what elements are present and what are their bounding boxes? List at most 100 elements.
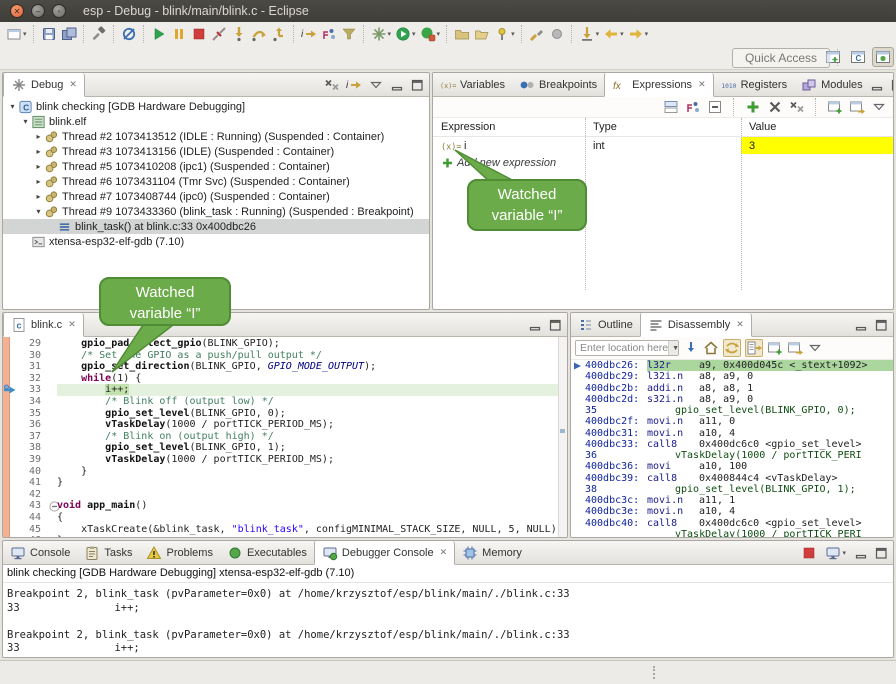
tab-disassembly[interactable]: Disassembly✕ (640, 313, 752, 337)
terminate-icon[interactable] (801, 545, 817, 561)
minimize-icon[interactable] (854, 546, 868, 560)
tab-tasks[interactable]: Tasks (77, 541, 139, 564)
maximize-icon[interactable] (874, 546, 888, 560)
column-divider[interactable] (741, 118, 742, 290)
code-line[interactable]: 40 } (3, 466, 559, 478)
code-line[interactable]: 37 /* Blink on (output high) */ (3, 431, 559, 443)
disasm-line[interactable]: 400dbc3e:movi.na10, 4 (571, 506, 893, 517)
statusbar-grip[interactable] (653, 666, 655, 679)
debug-perspective-button[interactable] (872, 47, 894, 67)
new-project-button[interactable] (452, 25, 472, 43)
tab-blink-c[interactable]: cblink.c✕ (3, 313, 84, 337)
line-number[interactable]: 41 (11, 477, 46, 489)
line-number[interactable]: 44 (11, 512, 46, 524)
show-source-icon[interactable] (745, 339, 763, 357)
view-menu-icon[interactable] (871, 99, 887, 115)
step-over-button[interactable] (249, 25, 269, 43)
disasm-source-line[interactable]: 35gpio_set_level(BLINK_GPIO, 0); (571, 405, 893, 416)
last-edit-location-button[interactable]: ▾ (577, 25, 602, 43)
debug-tree-row[interactable]: ▸Thread #6 1073431104 (Tmr Svc) (Suspend… (3, 174, 429, 189)
window-maximize-button[interactable]: ▫ (52, 4, 66, 18)
forward-button[interactable]: ▾ (626, 25, 651, 43)
dropdown-arrow-icon[interactable]: ▾ (620, 30, 624, 38)
code-line[interactable]: 29 gpio_pad_select_gpio(BLINK_GPIO); (3, 338, 559, 350)
line-number[interactable]: 38 (11, 442, 46, 454)
resume-button[interactable] (149, 25, 169, 43)
step-return-button[interactable] (269, 25, 289, 43)
debug-tree-row[interactable]: ▸Thread #7 1073408744 (ipc0) (Suspended … (3, 189, 429, 204)
minimize-icon[interactable] (854, 318, 868, 332)
maximize-icon[interactable] (890, 78, 894, 92)
line-number[interactable]: 30 (11, 350, 46, 362)
disasm-line[interactable]: 400dbc3c:movi.na11, 1 (571, 495, 893, 506)
code-line[interactable]: 42 (3, 489, 559, 501)
line-number[interactable]: 43 (11, 500, 46, 512)
debug-tree-row[interactable]: ▸Thread #2 1073413512 (IDLE : Running) (… (3, 129, 429, 144)
new-view-icon[interactable] (767, 340, 783, 356)
debug-tree-row[interactable]: ▾blink.elf (3, 114, 429, 129)
code-line[interactable]: 31 gpio_set_direction(BLINK_GPIO, GPIO_M… (3, 361, 559, 373)
add-expression-icon[interactable] (745, 99, 761, 115)
column-expression[interactable]: Expression (433, 121, 585, 133)
maximize-icon[interactable] (548, 318, 562, 332)
code-line[interactable]: 36 vTaskDelay(1000 / portTICK_PERIOD_MS)… (3, 419, 559, 431)
combo-dropdown-icon[interactable]: ▼ (668, 341, 679, 355)
tab-variables[interactable]: (x)=Variables (433, 73, 512, 96)
breakpoint-instruction-pointer-icon[interactable] (3, 384, 17, 396)
new-view-icon[interactable] (827, 99, 843, 115)
collapsed-icon[interactable]: ▸ (33, 162, 44, 171)
disasm-line[interactable]: 400dbc2f:movi.na11, 0 (571, 416, 893, 427)
tab-problems[interactable]: Problems (139, 541, 219, 564)
tab-close-icon[interactable]: ✕ (69, 79, 77, 90)
debug-tree-row[interactable]: xtensa-esp32-elf-gdb (7.10) (3, 234, 429, 249)
maximize-icon[interactable] (410, 78, 424, 92)
dropdown-arrow-icon[interactable]: ▾ (23, 30, 27, 38)
quick-access-button[interactable]: Quick Access (732, 48, 830, 68)
disasm-source-line[interactable]: 36vTaskDelay(1000 / portTICK_PERI (571, 450, 893, 461)
dropdown-arrow-icon[interactable]: ▾ (511, 30, 515, 38)
line-number[interactable]: 31 (11, 361, 46, 373)
tab-close-icon[interactable]: ✕ (440, 547, 448, 558)
instruction-stepping-button[interactable]: i (299, 25, 319, 43)
save-all-button[interactable] (59, 25, 79, 43)
line-number[interactable]: 40 (11, 466, 46, 478)
view-menu-icon[interactable] (368, 77, 384, 93)
tab-breakpoints[interactable]: Breakpoints (512, 73, 604, 96)
line-number[interactable]: 39 (11, 454, 46, 466)
code-line[interactable]: 30 /* Set the GPIO as a push/pull output… (3, 350, 559, 362)
debug-tree-row[interactable]: ▸Thread #3 1073413156 (IDLE) (Suspended … (3, 144, 429, 159)
code-line[interactable]: 33 i++; (3, 384, 559, 396)
debug-launch-button[interactable]: ▾ (369, 25, 394, 43)
view-menu-icon[interactable] (807, 340, 823, 356)
collapsed-icon[interactable]: ▸ (33, 177, 44, 186)
disasm-line[interactable]: 400dbc40:call80x400dc6c0 <gpio_set_level… (571, 518, 893, 529)
disconnect-button[interactable] (209, 25, 229, 43)
run-launch-button[interactable]: ▾ (393, 25, 418, 43)
collapsed-icon[interactable]: ▸ (33, 192, 44, 201)
disasm-line[interactable]: 400dbc2d:s32i.na8, a9, 0 (571, 394, 893, 405)
run-last-tool-button[interactable] (527, 25, 547, 43)
dropdown-arrow-icon[interactable]: ▾ (412, 30, 416, 38)
console-output[interactable]: Breakpoint 2, blink_task (pvParameter=0x… (3, 583, 893, 656)
remove-all-expressions-icon[interactable] (789, 99, 805, 115)
code-line[interactable]: 46} (3, 535, 559, 537)
disasm-line[interactable]: 400dbc26:l32ra9, 0x400d045c <_stext+1092… (571, 360, 893, 371)
code-line[interactable]: 38 gpio_set_level(BLINK_GPIO, 1); (3, 442, 559, 454)
annotation-marker[interactable] (560, 429, 565, 433)
debug-tree-row[interactable]: ▾Cblink checking [GDB Hardware Debugging… (3, 99, 429, 114)
save-button[interactable] (39, 25, 59, 43)
tab-modules[interactable]: Modules (794, 73, 870, 96)
open-perspective-button[interactable] (822, 47, 844, 67)
debug-tree-row[interactable]: ▸Thread #5 1073410208 (ipc1) (Suspended … (3, 159, 429, 174)
code-line[interactable]: 41} (3, 477, 559, 489)
tab-memory[interactable]: Memory (455, 541, 529, 564)
show-type-names-icon[interactable] (663, 99, 679, 115)
step-into-button[interactable] (229, 25, 249, 43)
line-number[interactable]: 36 (11, 419, 46, 431)
line-number[interactable]: 35 (11, 408, 46, 420)
line-number[interactable]: 45 (11, 524, 46, 536)
dropdown-arrow-icon[interactable]: ▾ (388, 30, 392, 38)
disasm-line[interactable]: 400dbc33:call80x400dc6c0 <gpio_set_level… (571, 439, 893, 450)
disasm-line[interactable]: 400dbc2b:addi.na8, a8, 1 (571, 383, 893, 394)
sync-with-stack-frame-icon[interactable] (723, 339, 741, 357)
